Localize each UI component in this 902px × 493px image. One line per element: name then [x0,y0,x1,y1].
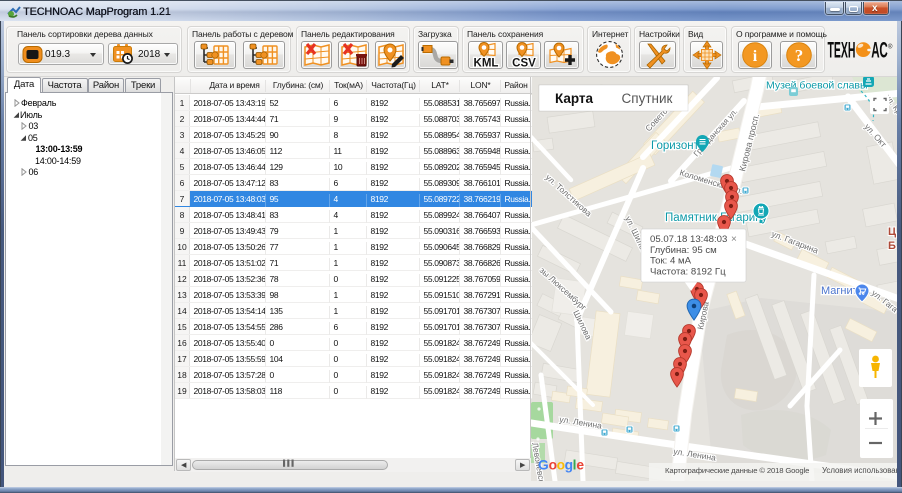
svg-text:Магнит: Магнит [821,285,858,297]
svg-text:×: × [731,234,737,245]
svg-text:G: G [538,458,549,473]
svg-text:Горизонт: Горизонт [651,140,700,152]
svg-text:Картографические данные © 2018: Картографические данные © 2018 Google [665,466,809,475]
svg-text:i: i [753,48,758,65]
svg-text:Музей боевой славы: Музей боевой славы [766,80,868,92]
svg-text:АС: АС [871,42,888,63]
svg-text:Карта: Карта [555,91,594,106]
svg-text:e: e [576,458,584,473]
svg-text:Глубина: 95 см: Глубина: 95 см [650,245,717,256]
svg-text:Частота: 8192 Гц: Частота: 8192 Гц [650,266,726,277]
svg-text:Условия использования: Условия использования [822,466,897,475]
svg-text:?: ? [794,46,803,65]
svg-text:Памятник Гагарину: Памятник Гагарину [665,212,768,224]
svg-text:Ц: Ц [888,226,896,238]
svg-text:KML: KML [473,58,498,69]
svg-text:ТЕХН: ТЕХН [828,42,856,63]
svg-text:05.07.18 13:48:03: 05.07.18 13:48:03 [650,234,727,245]
svg-text:Спутник: Спутник [622,91,673,106]
svg-text:®: ® [888,43,893,50]
svg-text:Ток: 4 мА: Ток: 4 мА [650,256,692,267]
svg-text:Б: Б [888,240,896,252]
svg-text:CSV: CSV [512,58,536,69]
